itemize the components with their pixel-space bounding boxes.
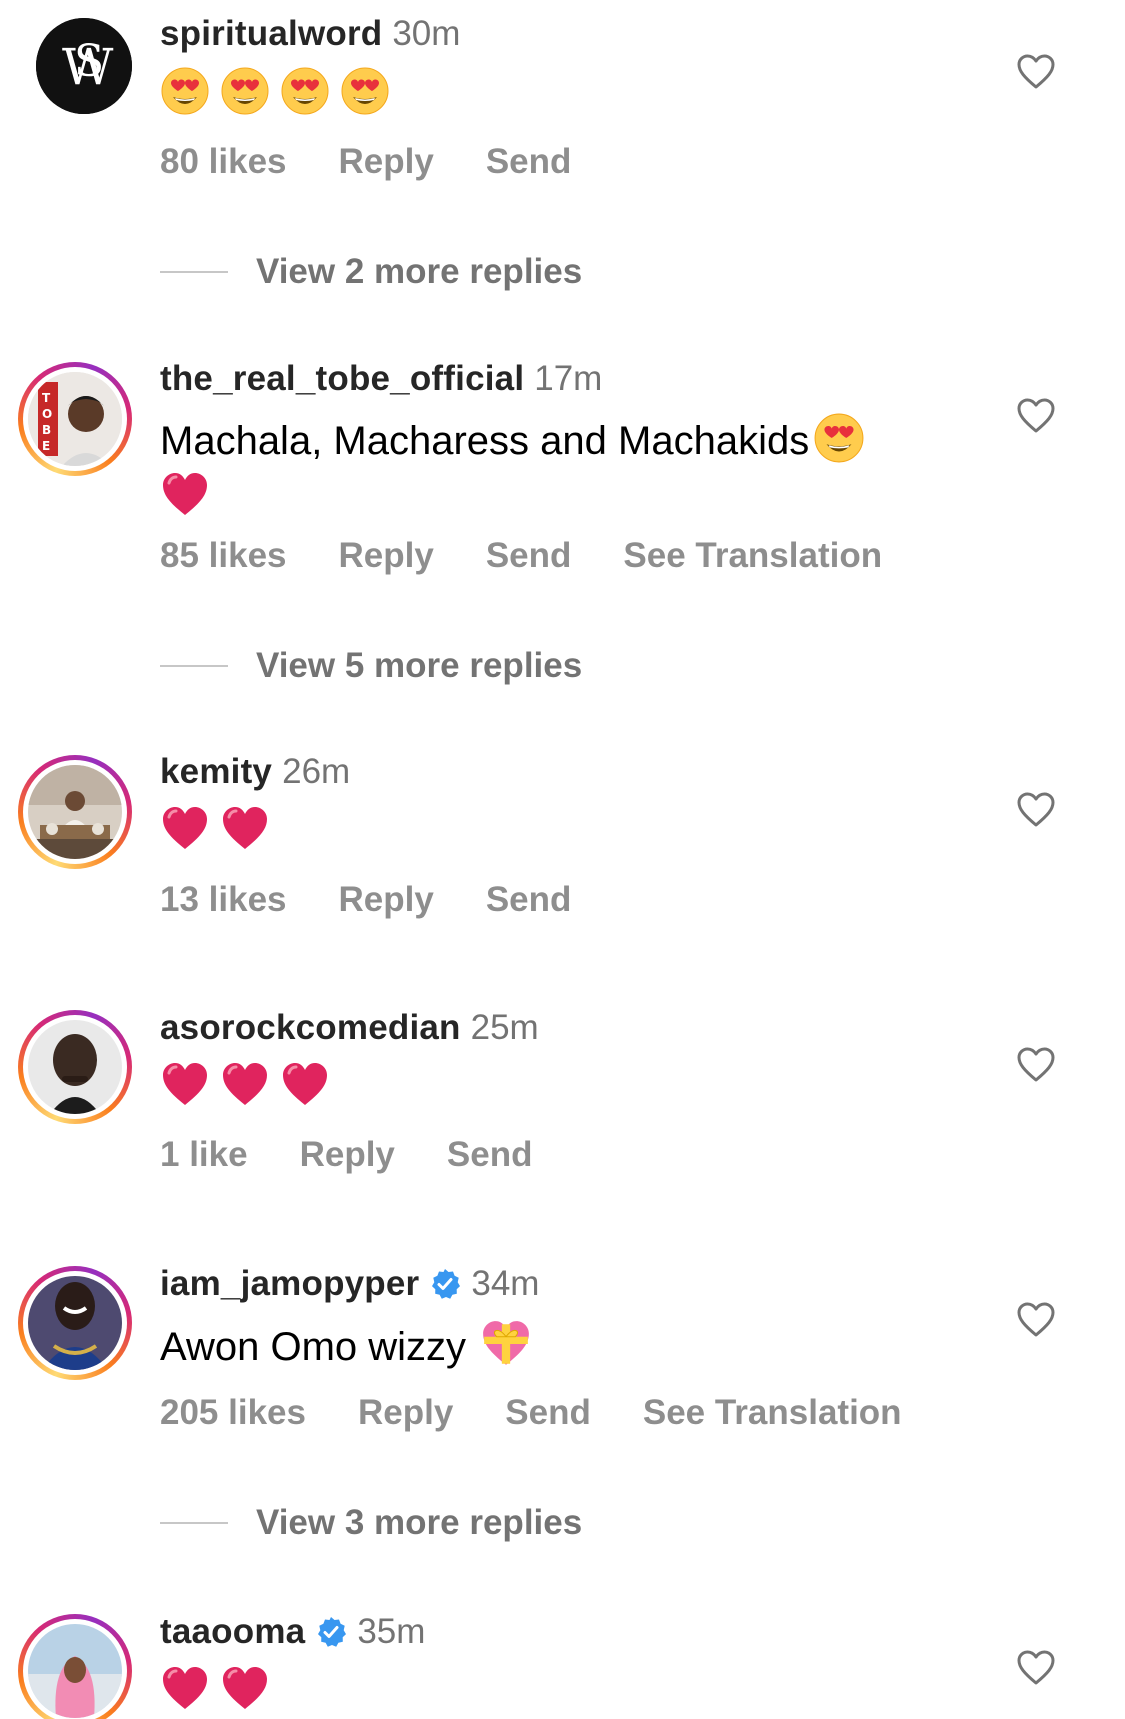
avatar-photo xyxy=(28,1624,122,1718)
comment-actions: 80 likes Reply Send xyxy=(160,140,623,184)
username-line: spiritualword 30m xyxy=(160,12,460,56)
timestamp: 34m xyxy=(471,1264,540,1303)
heart-outline-icon[interactable] xyxy=(1016,52,1056,92)
verified-badge-icon xyxy=(315,1616,347,1648)
heart-outline-icon[interactable] xyxy=(1016,1300,1056,1340)
username[interactable]: iam_jamopyper xyxy=(160,1264,419,1304)
avatar[interactable]: T O B E xyxy=(18,362,132,476)
view-replies-button[interactable]: View 5 more replies xyxy=(160,644,582,688)
avatar[interactable] xyxy=(18,755,132,869)
send-button[interactable]: Send xyxy=(447,1135,533,1175)
avatar[interactable]: W S xyxy=(36,18,132,114)
svg-text:E: E xyxy=(42,439,50,453)
svg-text:T: T xyxy=(42,391,51,405)
comment-text xyxy=(160,1664,940,1714)
send-button[interactable]: Send xyxy=(505,1393,591,1433)
timestamp: 30m xyxy=(392,14,461,53)
red-heart-emoji xyxy=(220,804,270,854)
timestamp: 25m xyxy=(470,1008,539,1047)
comment-actions: 1 like Reply Send xyxy=(160,1133,584,1177)
heart-outline-icon[interactable] xyxy=(1016,396,1056,436)
heart-outline-icon[interactable] xyxy=(1016,790,1056,830)
sw-logo: W S xyxy=(36,18,132,114)
view-replies-button[interactable]: View 2 more replies xyxy=(160,250,582,294)
likes-count[interactable]: 13 likes xyxy=(160,880,287,920)
comment-text xyxy=(160,804,940,854)
comment-text xyxy=(160,1060,940,1110)
reply-button[interactable]: Reply xyxy=(339,880,434,920)
username[interactable]: taaooma xyxy=(160,1612,305,1652)
red-heart-emoji xyxy=(160,470,210,520)
comment-actions: 13 likes Reply Send xyxy=(160,878,623,922)
send-button[interactable]: Send xyxy=(486,142,572,182)
comment-text: Machala, Macharess and Machakids xyxy=(160,412,940,532)
likes-count[interactable]: 1 like xyxy=(160,1135,248,1175)
send-button[interactable]: Send xyxy=(486,880,572,920)
likes-count[interactable]: 85 likes xyxy=(160,536,287,576)
heart-outline-icon[interactable] xyxy=(1016,1648,1056,1688)
view-replies-label: View 2 more replies xyxy=(256,252,583,291)
send-button[interactable]: Send xyxy=(486,536,572,576)
comment-body: Awon Omo wizzy xyxy=(160,1325,467,1369)
view-replies-button[interactable]: View 3 more replies xyxy=(160,1501,582,1545)
view-replies-label: View 3 more replies xyxy=(256,1503,583,1542)
avatar-photo xyxy=(28,765,122,859)
red-heart-emoji xyxy=(220,1664,270,1714)
comment-text: Awon Omo wizzy xyxy=(160,1318,940,1372)
reply-button[interactable]: Reply xyxy=(300,1135,395,1175)
likes-count[interactable]: 80 likes xyxy=(160,142,287,182)
svg-text:B: B xyxy=(42,423,51,437)
heart-eyes-emoji xyxy=(340,66,390,116)
comment-actions: 205 likes Reply Send See Translation xyxy=(160,1391,954,1435)
svg-text:O: O xyxy=(42,407,52,421)
heart-with-ribbon-emoji xyxy=(480,1318,532,1370)
timestamp: 26m xyxy=(282,752,351,791)
heart-eyes-emoji xyxy=(280,66,330,116)
comment-text xyxy=(160,66,940,116)
avatar[interactable] xyxy=(18,1614,132,1719)
divider xyxy=(160,665,228,667)
see-translation-button[interactable]: See Translation xyxy=(623,536,882,576)
username-line: asorockcomedian 25m xyxy=(160,1006,539,1050)
username[interactable]: asorockcomedian xyxy=(160,1008,461,1048)
username-line: the_real_tobe_official 17m xyxy=(160,357,602,401)
reply-button[interactable]: Reply xyxy=(339,142,434,182)
verified-badge-icon xyxy=(429,1268,461,1300)
heart-eyes-emoji xyxy=(813,412,865,464)
red-heart-emoji xyxy=(160,804,210,854)
timestamp: 35m xyxy=(357,1612,426,1651)
username-line: taaooma 35m xyxy=(160,1610,425,1654)
divider xyxy=(160,271,228,273)
username[interactable]: spiritualword xyxy=(160,14,382,54)
reply-button[interactable]: Reply xyxy=(339,536,434,576)
comment-body: Machala, Macharess and Machakids xyxy=(160,419,810,463)
red-heart-emoji xyxy=(220,1060,270,1110)
red-heart-emoji xyxy=(280,1060,330,1110)
comment-actions: 85 likes Reply Send See Translation xyxy=(160,534,934,578)
username-line: kemity 26m xyxy=(160,750,350,794)
divider xyxy=(160,1522,228,1524)
username[interactable]: kemity xyxy=(160,752,272,792)
avatar[interactable] xyxy=(18,1266,132,1380)
timestamp: 17m xyxy=(534,359,603,398)
heart-outline-icon[interactable] xyxy=(1016,1045,1056,1085)
username[interactable]: the_real_tobe_official xyxy=(160,359,524,399)
red-heart-emoji xyxy=(160,1664,210,1714)
comments-list: W S spiritualword 30m 80 likes Reply Sen… xyxy=(0,0,1125,1719)
svg-text:S: S xyxy=(74,36,104,87)
likes-count[interactable]: 205 likes xyxy=(160,1393,306,1433)
red-heart-emoji xyxy=(160,1060,210,1110)
avatar-photo xyxy=(28,1276,122,1370)
username-line: iam_jamopyper 34m xyxy=(160,1262,539,1306)
see-translation-button[interactable]: See Translation xyxy=(643,1393,902,1433)
reply-button[interactable]: Reply xyxy=(358,1393,453,1433)
heart-eyes-emoji xyxy=(220,66,270,116)
avatar-photo xyxy=(28,1020,122,1114)
avatar[interactable] xyxy=(18,1010,132,1124)
avatar-photo: T O B E xyxy=(28,372,122,466)
heart-eyes-emoji xyxy=(160,66,210,116)
view-replies-label: View 5 more replies xyxy=(256,646,583,685)
